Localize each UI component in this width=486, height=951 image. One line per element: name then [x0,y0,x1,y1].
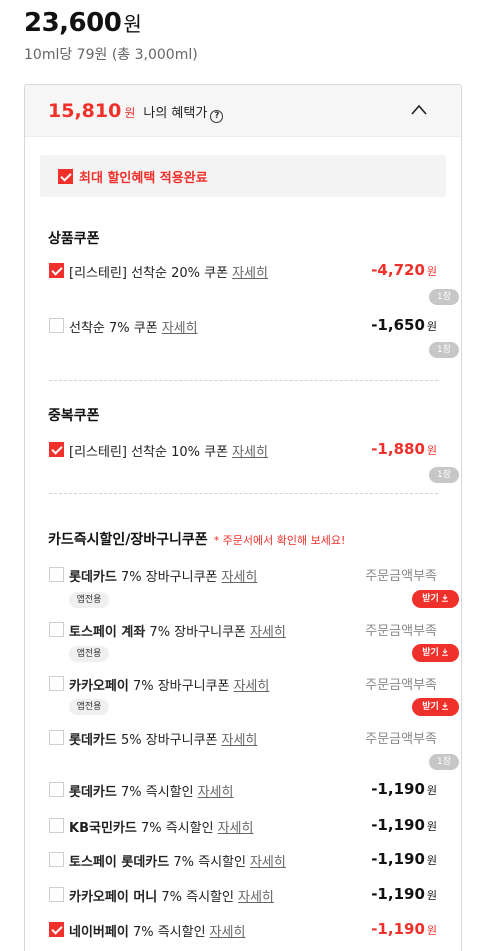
max-discount-applied[interactable]: 최대 할인혜택 적용완료 [40,155,446,197]
discount-checkbox[interactable] [49,782,64,797]
discount-label: 롯데카드 7% 즉시할인 자세히 [69,785,234,800]
detail-link[interactable]: 자세히 [250,855,286,870]
detail-link[interactable]: 자세히 [210,925,246,940]
divider [49,493,438,494]
discount-amount: -1,190 원 [371,885,437,903]
discount-amount: -1,190 원 [371,920,437,938]
discount-label: 네이버페이 7% 즉시할인 자세히 [69,925,246,940]
coupon-label: 롯데카드 5% 장바구니쿠폰 자세히 [69,733,258,748]
benefit-panel-header[interactable]: 15,810 원 나의 혜택가 ? [25,85,461,137]
price-amount: 23,600 [24,8,122,38]
coupon-row[interactable]: 선착순 7% 쿠폰 자세히 -1,650 원 [49,316,439,336]
instant-discount-row[interactable]: 카카오페이 머니 7% 즉시할인 자세히 -1,190 원 [49,885,439,905]
coupon-label: 선착순 7% 쿠폰 자세히 [69,321,198,336]
app-only-badge: 앱전용 [69,592,109,608]
divider [49,380,438,381]
detail-link[interactable]: 자세히 [232,266,268,281]
my-benefit-price: 15,810 원 나의 혜택가 ? [48,100,224,123]
quantity-badge: 1장 [429,754,459,770]
unit-price: 10ml당 79원 (총 3,000ml) [24,47,198,63]
quantity-badge: 1장 [429,289,459,305]
app-only-badge: 앱전용 [69,646,109,662]
coupon-checkbox[interactable] [49,263,64,278]
cart-coupon-row[interactable]: 롯데카드 5% 장바구니쿠폰 자세히 주문금액부족 [49,728,439,748]
benefit-unit: 원 [124,106,136,120]
chevron-up-icon[interactable] [409,103,429,117]
discount-checkbox[interactable] [49,887,64,902]
discount-label: 토스페이 롯데카드 7% 즉시할인 자세히 [69,855,286,870]
section-title-card-discount: 카드즉시할인/장바구니쿠폰 * 주문서에서 확인해 보세요! [48,532,346,548]
coupon-amount: -4,720 원 [371,261,437,279]
coupon-label: 토스페이 계좌 7% 장바구니쿠폰 자세히 [69,625,286,640]
app-only-badge: 앱전용 [69,699,109,715]
instant-discount-row[interactable]: KB국민카드 7% 즉시할인 자세히 -1,190 원 [49,816,439,836]
detail-link[interactable]: 자세히 [222,733,258,748]
detail-link[interactable]: 자세히 [232,445,268,460]
coupon-amount: -1,880 원 [371,440,437,458]
detail-link[interactable]: 자세히 [198,785,234,800]
cart-coupon-row[interactable]: 토스페이 계좌 7% 장바구니쿠폰 자세히 주문금액부족 [49,620,439,640]
cart-coupon-row[interactable]: 롯데카드 7% 장바구니쿠폰 자세히 주문금액부족 [49,565,439,585]
get-coupon-button[interactable]: 받기 [412,644,459,662]
coupon-label: [리스테린] 선착순 10% 쿠폰 자세히 [69,445,268,460]
section-title-product-coupon: 상품쿠폰 [48,231,100,247]
quantity-badge: 1장 [429,342,459,358]
applied-label: 최대 할인혜택 적용완료 [79,170,208,186]
coupon-checkbox[interactable] [49,318,64,333]
coupon-checkbox[interactable] [49,730,64,745]
get-coupon-button[interactable]: 받기 [412,590,459,608]
detail-link[interactable]: 자세히 [250,625,286,640]
detail-link[interactable]: 자세히 [218,821,254,836]
discount-amount: -1,190 원 [371,780,437,798]
check-icon[interactable] [58,168,73,184]
quantity-badge: 1장 [429,467,459,483]
coupon-row[interactable]: [리스테린] 선착순 20% 쿠폰 자세히 -4,720 원 [49,261,439,281]
coupon-amount: -1,650 원 [371,316,437,334]
discount-checkbox[interactable] [49,818,64,833]
detail-link[interactable]: 자세히 [222,570,258,585]
coupon-checkbox[interactable] [49,567,64,582]
instant-discount-row[interactable]: 롯데카드 7% 즉시할인 자세히 -1,190 원 [49,780,439,800]
coupon-checkbox[interactable] [49,442,64,457]
benefit-amount: 15,810 [48,100,122,122]
coupon-label: 롯데카드 7% 장바구니쿠폰 자세히 [69,570,258,585]
detail-link[interactable]: 자세히 [162,321,198,336]
insufficient-amount-text: 주문금액부족 [365,569,437,584]
download-icon [441,702,448,710]
discount-amount: -1,190 원 [371,850,437,868]
coupon-label: [리스테린] 선착순 20% 쿠폰 자세히 [69,266,268,281]
download-icon [441,594,448,602]
instant-discount-row[interactable]: 네이버페이 7% 즉시할인 자세히 -1,190 원 [49,920,439,940]
price-unit: 원 [123,12,142,36]
discount-checkbox[interactable] [49,922,64,937]
cart-coupon-row[interactable]: 카카오페이 7% 장바구니쿠폰 자세히 주문금액부족 [49,674,439,694]
insufficient-amount-text: 주문금액부족 [365,624,437,639]
insufficient-amount-text: 주문금액부족 [365,732,437,747]
insufficient-amount-text: 주문금액부족 [365,678,437,693]
help-circle-icon[interactable]: ? [210,110,224,123]
product-price: 23,600 원 [24,8,142,38]
discount-checkbox[interactable] [49,852,64,867]
discount-label: KB국민카드 7% 즉시할인 자세히 [69,821,254,836]
section-note: * 주문서에서 확인해 보세요! [213,534,346,547]
detail-link[interactable]: 자세히 [233,679,269,694]
section-title-duplicate-coupon: 중복쿠폰 [48,408,100,424]
coupon-label: 카카오페이 7% 장바구니쿠폰 자세히 [69,679,270,694]
coupon-checkbox[interactable] [49,622,64,637]
discount-amount: -1,190 원 [371,816,437,834]
benefit-label: 나의 혜택가 [143,106,208,121]
get-coupon-button[interactable]: 받기 [412,698,459,716]
coupon-row[interactable]: [리스테린] 선착순 10% 쿠폰 자세히 -1,880 원 [49,440,439,460]
detail-link[interactable]: 자세히 [238,890,274,905]
discount-label: 카카오페이 머니 7% 즉시할인 자세히 [69,890,274,905]
instant-discount-row[interactable]: 토스페이 롯데카드 7% 즉시할인 자세히 -1,190 원 [49,850,439,870]
download-icon [441,648,448,656]
benefit-panel: 15,810 원 나의 혜택가 ? 최대 할인혜택 적용완료 상품쿠폰 [리스테… [24,84,462,951]
coupon-checkbox[interactable] [49,676,64,691]
